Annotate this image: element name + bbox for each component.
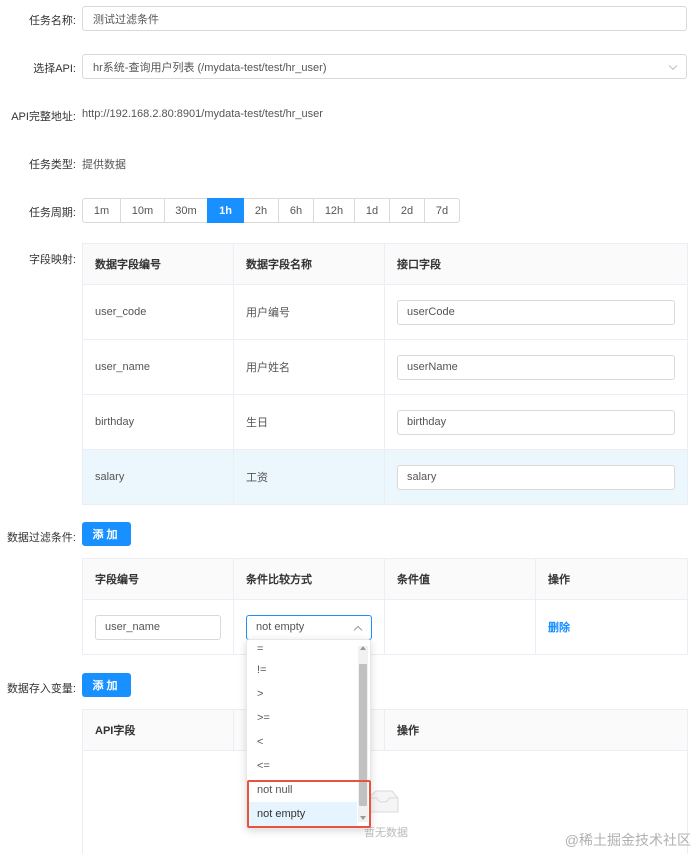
period-option-1d[interactable]: 1d <box>354 198 390 223</box>
task-name-input[interactable]: 测试过滤条件 <box>82 6 687 31</box>
field-name-cell: 生日 <box>233 394 385 450</box>
api-field-input[interactable]: userName <box>397 354 675 380</box>
operator-option[interactable]: not null <box>247 778 357 802</box>
field-name-cell: 用户编号 <box>233 284 385 340</box>
period-option-30m[interactable]: 30m <box>164 198 208 223</box>
period-option-12h[interactable]: 12h <box>313 198 355 223</box>
api-field-input[interactable]: salary <box>397 464 675 490</box>
api-url-value: http://192.168.2.80:8901/mydata-test/tes… <box>82 108 323 120</box>
operator-option[interactable]: > <box>247 682 357 706</box>
table-row: user_name not empty 删除 <box>82 599 688 655</box>
period-option-7d[interactable]: 7d <box>424 198 460 223</box>
task-type-value: 提供数据 <box>82 159 126 171</box>
scroll-up-arrow-icon[interactable] <box>360 646 366 650</box>
scrollbar-thumb[interactable] <box>359 664 367 806</box>
period-option-2h[interactable]: 2h <box>243 198 279 223</box>
field-code-cell: birthday <box>82 394 234 450</box>
filter-field-code-input[interactable]: user_name <box>95 614 221 640</box>
scroll-down-arrow-icon[interactable] <box>360 816 366 820</box>
column-header: 接口字段 <box>384 243 688 285</box>
period-option-6h[interactable]: 6h <box>278 198 314 223</box>
field-name-cell: 工资 <box>233 449 385 505</box>
api-select[interactable]: hr系统-查询用户列表 (/mydata-test/test/hr_user) <box>82 54 687 79</box>
api-label: 选择API: <box>33 63 76 75</box>
period-button-group: 1m 10m 30m 1h 2h 6h 12h 1d 2d 7d <box>82 198 460 223</box>
table-row: user_name 用户姓名 userName <box>82 339 688 395</box>
operator-select[interactable]: not empty <box>246 614 372 640</box>
add-variable-button[interactable]: 添加 <box>82 673 131 697</box>
dropdown-scrollbar[interactable] <box>358 646 368 822</box>
column-header: 数据字段编号 <box>82 243 234 285</box>
table-row: birthday 生日 birthday <box>82 394 688 450</box>
period-option-10m[interactable]: 10m <box>120 198 165 223</box>
field-code-cell: user_code <box>82 284 234 340</box>
filter-table: 字段编号 条件比较方式 条件值 操作 user_name not empty 删… <box>82 558 688 655</box>
column-header: 操作 <box>535 558 688 600</box>
period-option-1m[interactable]: 1m <box>82 198 121 223</box>
column-header: 条件比较方式 <box>233 558 385 600</box>
filter-value-cell <box>384 599 536 655</box>
operator-option[interactable]: != <box>247 658 357 682</box>
table-row: salary 工资 salary <box>82 449 688 505</box>
api-select-value: hr系统-查询用户列表 (/mydata-test/test/hr_user) <box>93 61 327 74</box>
chevron-down-icon <box>668 61 678 70</box>
table-row: user_code 用户编号 userCode <box>82 284 688 340</box>
operator-option[interactable]: < <box>247 730 357 754</box>
watermark: @稀土掘金技术社区 <box>564 832 691 848</box>
operator-option-selected[interactable]: not empty <box>247 802 357 826</box>
delete-link[interactable]: 删除 <box>548 622 570 634</box>
operator-option[interactable]: = <box>247 640 357 658</box>
add-filter-button[interactable]: 添加 <box>82 522 131 546</box>
operator-select-value: not empty <box>256 621 305 633</box>
variables-label: 数据存入变量: <box>6 683 76 695</box>
operator-dropdown: = != > >= < <= not null not empty <box>246 639 371 829</box>
chevron-up-icon <box>353 625 363 634</box>
task-type-label: 任务类型: <box>28 159 76 171</box>
task-name-label: 任务名称: <box>28 15 76 27</box>
api-field-input[interactable]: userCode <box>397 299 675 325</box>
field-name-cell: 用户姓名 <box>233 339 385 395</box>
column-header: 条件值 <box>384 558 536 600</box>
operator-option[interactable]: <= <box>247 754 357 778</box>
filter-label: 数据过滤条件: <box>6 532 76 544</box>
api-url-label: API完整地址: <box>11 111 76 123</box>
column-header: API字段 <box>82 709 234 751</box>
field-mapping-table: 数据字段编号 数据字段名称 接口字段 user_code 用户编号 userCo… <box>82 243 688 505</box>
column-header: 操作 <box>384 709 688 751</box>
api-field-input[interactable]: birthday <box>397 409 675 435</box>
field-code-cell: salary <box>82 449 234 505</box>
operator-option[interactable]: >= <box>247 706 357 730</box>
field-code-cell: user_name <box>82 339 234 395</box>
column-header: 字段编号 <box>82 558 234 600</box>
field-mapping-label: 字段映射: <box>28 254 76 266</box>
period-label: 任务周期: <box>28 207 76 219</box>
period-option-1h[interactable]: 1h <box>207 198 244 223</box>
column-header: 数据字段名称 <box>233 243 385 285</box>
period-option-2d[interactable]: 2d <box>389 198 425 223</box>
